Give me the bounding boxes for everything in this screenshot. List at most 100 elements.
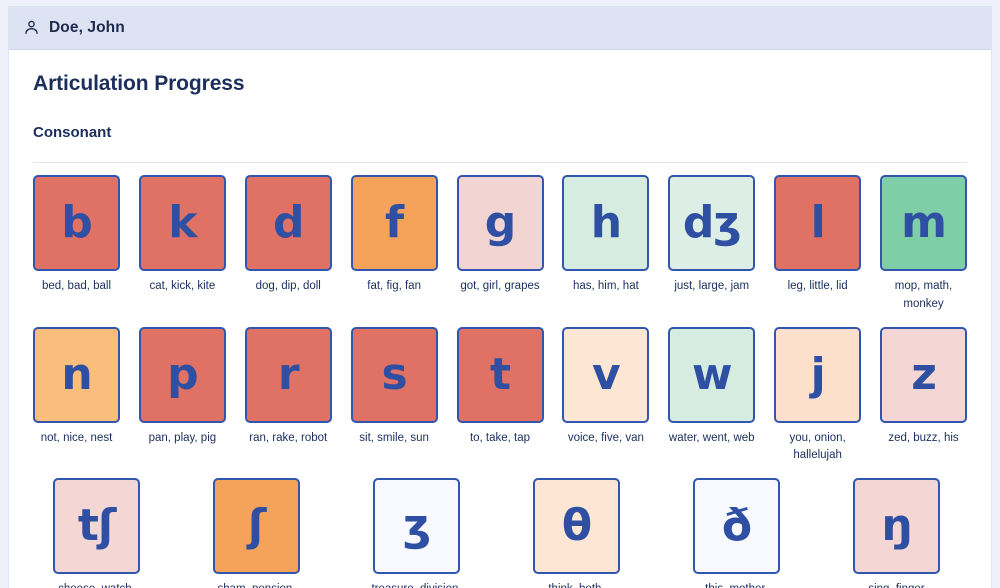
sound-tile[interactable]: ʃ [213, 478, 300, 575]
person-icon [25, 20, 38, 35]
phoneme-symbol: n [61, 348, 92, 400]
sound-card-cell: f fat, fig, fan [350, 175, 438, 296]
phoneme-symbol: z [911, 348, 937, 400]
example-words: sing, finger [851, 581, 943, 588]
sound-tile[interactable]: j [774, 326, 862, 423]
phoneme-symbol: p [167, 348, 198, 400]
phoneme-symbol: dʒ [682, 197, 742, 248]
phoneme-symbol: ʃ [247, 500, 266, 552]
sound-tile[interactable]: dʒ [668, 175, 756, 271]
phoneme-symbol: ð [721, 500, 752, 552]
example-words: water, went, web [668, 431, 755, 444]
page-title: Articulation Progress [33, 72, 245, 95]
sound-tile[interactable]: v [562, 326, 650, 423]
section-title-consonant: Consonant [33, 124, 112, 141]
patient-header-bar: Doe, John [9, 6, 991, 50]
sound-card-cell: n not, nice, nest [33, 326, 120, 448]
sound-card-cell: g got, girl, grapes [456, 175, 544, 296]
phoneme-symbol: h [590, 197, 622, 248]
sound-card-cell: t to, take, tap [456, 326, 544, 448]
row-spacer [33, 314, 967, 327]
app-window: Doe, John Articulation Progress Consonan… [8, 6, 992, 588]
sound-tile[interactable]: tʃ [53, 478, 140, 575]
sound-card-cell: j you, onion, hallelujah [774, 326, 862, 466]
sound-card-row: tʃ cheese, watch, future ʃ sham, pension, s… [33, 478, 967, 588]
row-spacer [33, 465, 967, 478]
sound-tile[interactable]: h [562, 175, 650, 271]
phoneme-symbol: tʃ [77, 500, 116, 552]
sound-card-cell: ð this, mother, leather [693, 478, 780, 588]
sound-tile[interactable]: ŋ [853, 478, 940, 575]
sound-tile[interactable]: z [880, 326, 967, 423]
sound-tile[interactable]: r [244, 326, 332, 423]
phoneme-symbol: θ [561, 500, 592, 552]
section-divider [33, 162, 967, 163]
sound-tile[interactable]: ð [693, 478, 780, 575]
sound-tile[interactable]: f [350, 175, 438, 271]
sound-card-cell: k cat, kick, kite [138, 175, 226, 296]
phoneme-symbol: d [273, 197, 304, 248]
sound-card-cell: ʃ sham, pension, ship [213, 478, 300, 588]
example-words: voice, five, van [567, 431, 644, 444]
sound-card-row: b bed, bad, ball k cat, kick, kite d dog, dip… [33, 175, 967, 314]
example-words: bed, bad, ball [41, 280, 112, 292]
sound-card-cell: m mop, math, monkey [880, 175, 967, 314]
sound-card-grid: b bed, bad, ball k cat, kick, kite d dog, dip… [33, 175, 967, 588]
sound-tile[interactable]: m [880, 175, 967, 271]
example-words: just, large, jam [674, 280, 750, 292]
patient-name: Doe, John [49, 18, 125, 36]
example-words: dog, dip, doll [255, 280, 321, 292]
sound-card-cell: tʃ cheese, watch, future [53, 478, 140, 588]
sound-card-cell: w water, went, web [668, 326, 756, 448]
example-words: zed, buzz, his [888, 431, 959, 444]
main-content: Articulation Progress Consonant b bed, ba… [9, 72, 991, 588]
sound-tile[interactable]: n [33, 326, 120, 423]
phoneme-symbol: v [592, 348, 621, 400]
sound-card-cell: h has, him, hat [562, 175, 650, 296]
example-words: think, both, thongs [531, 581, 623, 588]
sound-card-cell: ʒ treasure, division, azure [371, 478, 463, 588]
phoneme-symbol: r [277, 348, 300, 400]
example-words: cheese, watch, future [51, 581, 143, 588]
example-words: sit, smile, sun [359, 431, 429, 444]
phoneme-symbol: w [691, 348, 733, 400]
sound-tile[interactable]: t [456, 326, 544, 423]
example-words: this, mother, leather [691, 581, 783, 588]
sound-tile[interactable]: l [774, 175, 862, 271]
sound-card-cell: p pan, play, pig [138, 326, 226, 448]
sound-card-row: n not, nice, nest p pan, play, pig r ran, rak… [33, 326, 967, 466]
sound-tile[interactable]: k [138, 175, 226, 271]
example-words: leg, little, lid [787, 280, 848, 292]
example-words: fat, fig, fan [367, 280, 421, 292]
sound-card-cell: d dog, dip, doll [244, 175, 332, 296]
example-words: treasure, division, azure [371, 581, 463, 588]
sound-card-cell: θ think, both, thongs [533, 478, 620, 588]
sound-card-cell: b bed, bad, ball [33, 175, 120, 296]
sound-tile[interactable]: p [138, 326, 226, 423]
phoneme-symbol: ŋ [881, 500, 912, 552]
sound-tile[interactable]: d [244, 175, 332, 271]
sound-tile[interactable]: g [456, 175, 544, 271]
example-words: mop, math, monkey [894, 280, 953, 310]
sound-tile[interactable]: θ [533, 478, 620, 575]
sound-tile[interactable]: b [33, 175, 120, 271]
sound-tile[interactable]: ʒ [373, 478, 460, 575]
sound-card-cell: dʒ just, large, jam [668, 175, 756, 296]
phoneme-symbol: k [168, 197, 197, 248]
sound-card-cell: r ran, rake, robot [244, 326, 332, 448]
phoneme-symbol: m [901, 197, 947, 248]
example-words: got, girl, grapes [460, 280, 540, 292]
phoneme-symbol: t [489, 348, 511, 400]
sound-card-cell: l leg, little, lid [774, 175, 862, 296]
example-words: has, him, hat [572, 280, 639, 292]
sound-card-cell: s sit, smile, sun [350, 326, 438, 448]
example-words: sham, pension, ship [211, 581, 303, 588]
phoneme-symbol: ʒ [402, 500, 431, 552]
phoneme-symbol: g [484, 197, 516, 248]
phoneme-symbol: l [810, 197, 826, 248]
sound-tile[interactable]: s [350, 326, 438, 423]
sound-tile[interactable]: w [668, 326, 756, 423]
sound-card-cell: z zed, buzz, his [880, 326, 967, 448]
example-words: you, onion, hallelujah [789, 431, 846, 462]
example-words: not, nice, nest [40, 431, 113, 444]
